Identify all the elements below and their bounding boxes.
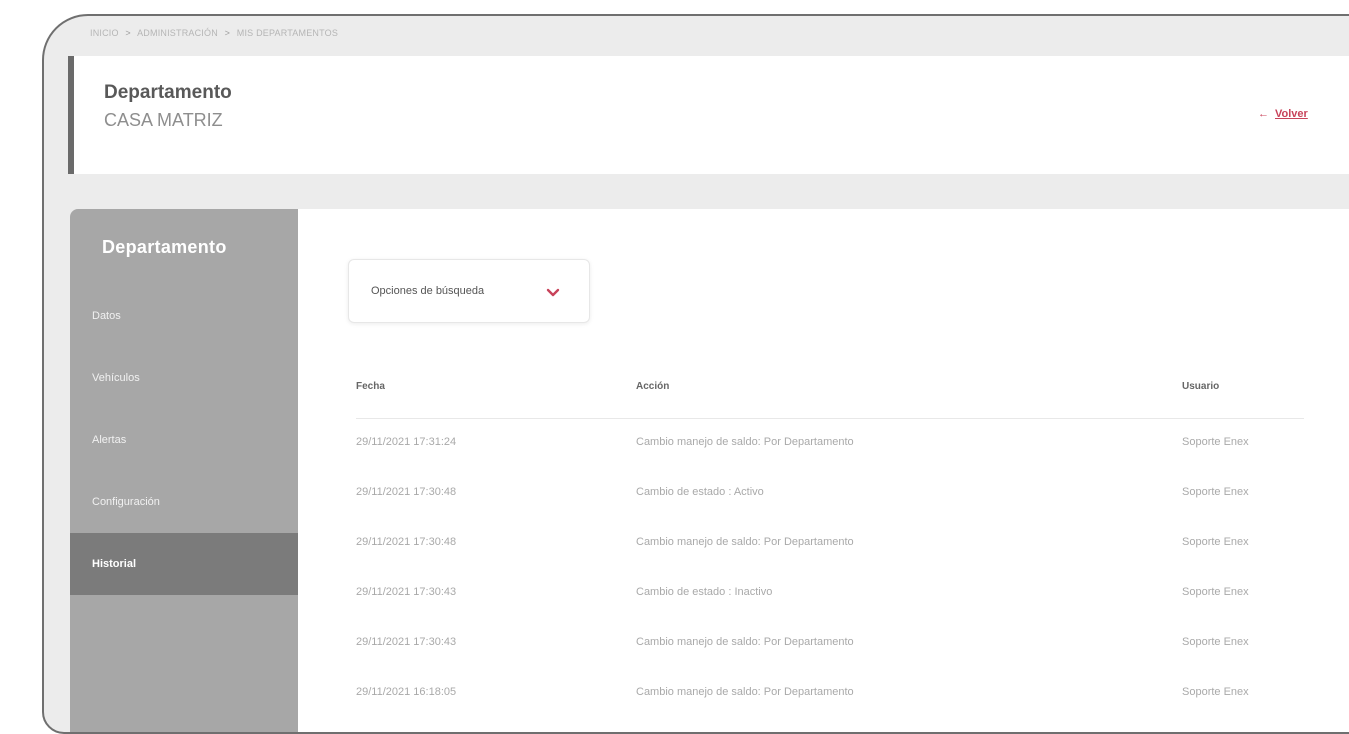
back-link[interactable]: ← Volver (1258, 108, 1308, 120)
cell-fecha: 29/11/2021 17:30:48 (356, 536, 457, 548)
search-options-button[interactable]: Opciones de búsqueda (348, 259, 590, 323)
header-card: Departamento CASA MATRIZ ← Volver (68, 56, 1349, 174)
search-options-label: Opciones de búsqueda (371, 285, 485, 297)
cell-accion: Cambio de estado : Inactivo (636, 586, 773, 598)
cell-usuario: Soporte Enex (1182, 586, 1249, 598)
column-header-usuario[interactable]: Usuario (1182, 381, 1219, 392)
breadcrumb-separator: > (224, 28, 231, 38)
history-table: Fecha Acción Usuario 29/11/2021 17:31:24… (356, 357, 1304, 719)
back-link-label: Volver (1275, 108, 1308, 120)
sidebar-item-vehiculos[interactable]: Vehículos (70, 347, 298, 409)
cell-usuario: Soporte Enex (1182, 536, 1249, 548)
arrow-left-icon: ← (1258, 108, 1269, 120)
cell-usuario: Soporte Enex (1182, 486, 1249, 498)
table-header: Fecha Acción Usuario (356, 357, 1304, 419)
column-header-fecha[interactable]: Fecha (356, 381, 385, 392)
breadcrumb-item-inicio[interactable]: INICIO (90, 28, 119, 38)
sidebar-title: Departamento (102, 237, 227, 257)
cell-accion: Cambio manejo de saldo: Por Departamento (636, 436, 854, 448)
sidebar-item-configuracion[interactable]: Configuración (70, 471, 298, 533)
table-row: 29/11/2021 16:18:05 Cambio manejo de sal… (356, 669, 1304, 719)
cell-usuario: Soporte Enex (1182, 686, 1249, 698)
cell-fecha: 29/11/2021 17:30:43 (356, 636, 457, 648)
cell-accion: Cambio de estado : Activo (636, 486, 764, 498)
table-row: 29/11/2021 17:30:43 Cambio manejo de sal… (356, 619, 1304, 669)
cell-usuario: Soporte Enex (1182, 636, 1249, 648)
sidebar-item-historial[interactable]: Historial (70, 533, 298, 595)
cell-fecha: 29/11/2021 17:30:48 (356, 486, 457, 498)
table-row: 29/11/2021 17:30:48 Cambio manejo de sal… (356, 519, 1304, 569)
cell-fecha: 29/11/2021 16:18:05 (356, 686, 457, 698)
cell-fecha: 29/11/2021 17:31:24 (356, 436, 457, 448)
cell-accion: Cambio manejo de saldo: Por Departamento (636, 536, 854, 548)
breadcrumb-separator: > (125, 28, 131, 38)
sidebar: Departamento Datos Vehículos Alertas Con… (70, 209, 298, 732)
sidebar-item-alertas[interactable]: Alertas (70, 409, 298, 471)
breadcrumb-item-departamentos: MIS DEPARTAMENTOS (236, 28, 339, 38)
chevron-down-icon (546, 288, 560, 297)
breadcrumb-item-administracion[interactable]: ADMINISTRACIÓN (137, 28, 218, 38)
breadcrumb: INICIO > ADMINISTRACIÓN > MIS DEPARTAMEN… (90, 28, 338, 38)
table-row: 29/11/2021 17:30:48 Cambio de estado : A… (356, 469, 1304, 519)
department-name: CASA MATRIZ (104, 110, 223, 130)
sidebar-item-datos[interactable]: Datos (70, 285, 298, 347)
table-row: 29/11/2021 17:31:24 Cambio manejo de sal… (356, 419, 1304, 469)
cell-fecha: 29/11/2021 17:30:43 (356, 586, 457, 598)
table-row: 29/11/2021 17:30:43 Cambio de estado : I… (356, 569, 1304, 619)
cell-accion: Cambio manejo de saldo: Por Departamento (636, 636, 854, 648)
cell-usuario: Soporte Enex (1182, 436, 1249, 448)
main-content: Opciones de búsqueda Fecha Acción Usuari… (298, 209, 1349, 732)
app-frame: INICIO > ADMINISTRACIÓN > MIS DEPARTAMEN… (42, 14, 1349, 734)
column-header-accion[interactable]: Acción (636, 381, 669, 392)
page-title: Departamento (104, 82, 232, 103)
cell-accion: Cambio manejo de saldo: Por Departamento (636, 686, 854, 698)
